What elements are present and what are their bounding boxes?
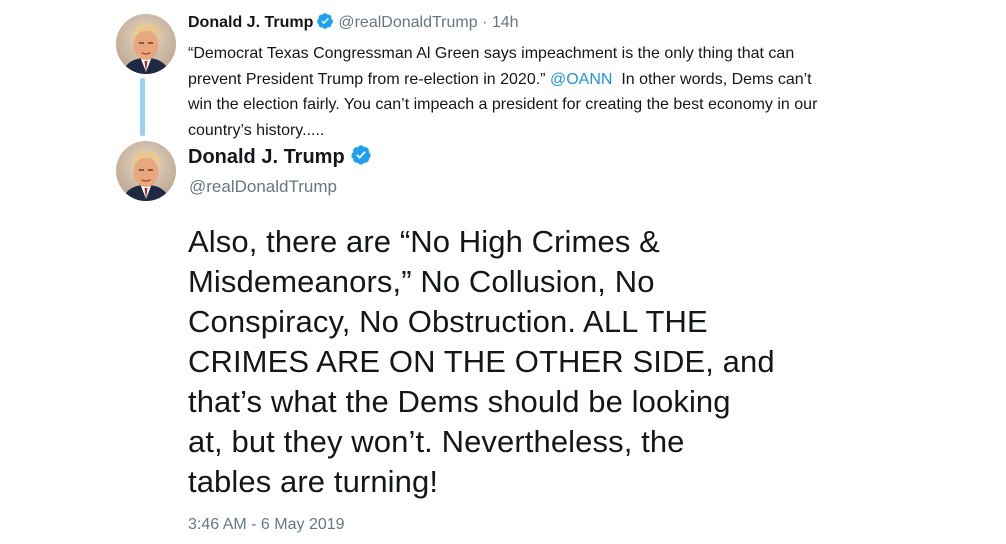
tweet-text-line: Conspiracy, No Obstruction. ALL THE bbox=[188, 304, 708, 339]
parent-handle[interactable]: @realDonaldTrump bbox=[338, 14, 477, 31]
parent-tweet-header: Donald J. Trump @realDonaldTrump · 14h bbox=[188, 12, 828, 37]
tweet-text-line: that’s what the Dems should be looking bbox=[188, 384, 731, 419]
main-avatar[interactable] bbox=[116, 141, 176, 201]
parent-tweet-text: “Democrat Texas Congressman Al Green say… bbox=[188, 41, 828, 143]
main-display-name[interactable]: Donald J. Trump bbox=[188, 146, 345, 168]
parent-display-name[interactable]: Donald J. Trump bbox=[188, 14, 313, 31]
parent-separator-dot: · bbox=[482, 14, 488, 31]
main-tweet-header: Donald J. Trump bbox=[188, 143, 372, 174]
tweet-text-line: Also, there are “No High Crimes & bbox=[188, 224, 660, 259]
tweet-timestamp[interactable]: 3:46 AM - 6 May 2019 bbox=[188, 514, 345, 536]
parent-tweet-body: Donald J. Trump @realDonaldTrump · 14h “D… bbox=[188, 12, 828, 143]
main-tweet-text: Also, there are “No High Crimes & Misdem… bbox=[188, 222, 828, 502]
tweet-text-line: at, but they won’t. Nevertheless, the bbox=[188, 424, 685, 459]
tweet-text-line: CRIMES ARE ON THE OTHER SIDE, and bbox=[188, 344, 775, 379]
tweet-text-line: Misdemeanors,” No Collusion, No bbox=[188, 264, 655, 299]
tweet-text-line: tables are turning! bbox=[188, 464, 439, 499]
verified-badge-icon bbox=[350, 144, 372, 174]
parent-relative-time[interactable]: 14h bbox=[492, 14, 519, 31]
parent-avatar[interactable] bbox=[116, 14, 176, 74]
mention-link-oann[interactable]: @OANN bbox=[550, 71, 612, 88]
profile-avatar-icon bbox=[116, 141, 176, 201]
verified-badge-icon bbox=[316, 12, 334, 37]
main-handle[interactable]: @realDonaldTrump bbox=[189, 175, 337, 199]
thread-connector-line bbox=[140, 78, 145, 136]
profile-avatar-icon bbox=[116, 14, 176, 74]
